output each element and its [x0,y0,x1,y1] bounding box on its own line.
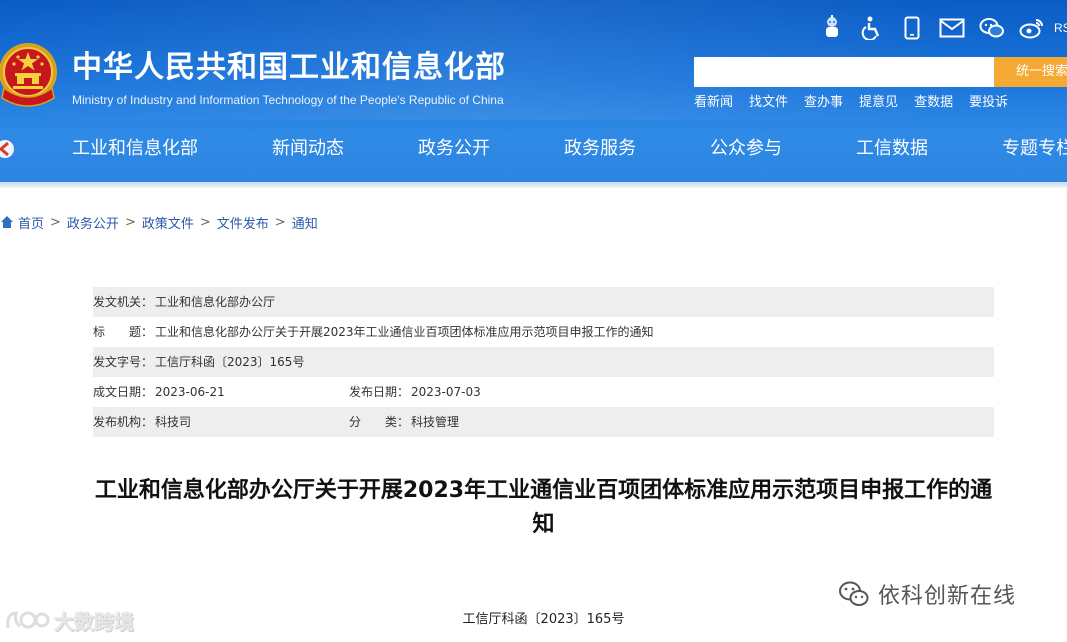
info-row-title: 标 题： 工业和信息化部办公厅关于开展2023年工业通信业百项团体标准应用示范项… [93,317,994,347]
quick-links: 看新闻 找文件 查办事 提意见 查数据 要投诉 [694,95,1024,111]
title-value: 工业和信息化部办公厅关于开展2023年工业通信业百项团体标准应用示范项目申报工作… [155,325,654,339]
watermark-left: 大数跨境 [4,606,134,635]
published-date-value: 2023-07-03 [411,385,481,399]
quick-link-services[interactable]: 查办事 [804,95,843,111]
info-row-dates: 成文日期： 2023-06-21 发布日期： 2023-07-03 [93,377,994,407]
home-icon[interactable] [0,215,14,229]
breadcrumb-file-release[interactable]: 文件发布 [217,213,269,232]
header-divider [0,182,1067,188]
category-value: 科技管理 [411,415,460,429]
info-row-agency: 发布机构： 科技司 分 类： 科技管理 [93,407,994,437]
accessibility-icon[interactable] [858,14,886,42]
national-emblem-logo[interactable] [0,40,60,110]
nav-item-gov-affairs[interactable]: 政务公开 [418,136,490,162]
wechat-icon[interactable] [978,14,1006,42]
quick-link-complaint[interactable]: 要投诉 [969,95,1008,111]
site-header: 中华人民共和国工业和信息化部 Ministry of Industry and … [0,0,1067,188]
breadcrumb-notice[interactable]: 通知 [292,213,318,232]
breadcrumb-home[interactable]: 首页 [18,213,44,232]
doc-no-label: 发文字号： [93,355,154,369]
nav-item-participation[interactable]: 公众参与 [710,136,782,162]
breadcrumb-separator: > [124,214,136,230]
rss-link[interactable]: RSS [1054,21,1067,35]
published-date-label: 发布日期： [349,385,410,399]
issuer-label: 发文机关： [93,295,154,309]
mail-icon[interactable] [938,14,966,42]
quick-link-files[interactable]: 找文件 [749,95,788,111]
breadcrumb-separator: > [274,214,286,230]
nav-item-miit[interactable]: 工业和信息化部 [72,136,198,162]
written-date-label: 成文日期： [93,385,154,399]
document-info-table: 发文机关： 工业和信息化部办公厅 标 题： 工业和信息化部办公厅关于开展2023… [93,287,994,437]
article-doc-number: 工信厅科函〔2023〕165号 [462,612,625,627]
nav-item-news[interactable]: 新闻动态 [272,136,344,162]
site-title-en: Ministry of Industry and Information Tec… [72,93,504,107]
quick-link-news[interactable]: 看新闻 [694,95,733,111]
agency-label: 发布机构： [93,415,154,429]
robot-icon[interactable] [818,14,846,42]
category-label: 分 类： [349,415,410,429]
article-title: 工业和信息化部办公厅关于开展2023年工业通信业百项团体标准应用示范项目申报工作… [94,478,993,537]
breadcrumb-separator: > [50,214,61,230]
nav-item-topics[interactable]: 专题专栏 [1002,136,1067,162]
nav-item-gov-services[interactable]: 政务服务 [564,136,636,162]
unified-search-button[interactable]: 统一搜索 [994,57,1067,87]
info-row-doc-no: 发文字号： 工信厅科函〔2023〕165号 [93,347,994,377]
search-input[interactable] [694,57,994,87]
watermark-right-text: 依科创新在线 [878,584,1017,609]
wechat-watermark-icon [839,581,869,606]
watermark-logo-icon [6,610,50,628]
nav-prev-arrow-icon[interactable] [0,138,16,160]
breadcrumb-gov-affairs[interactable]: 政务公开 [67,213,119,232]
breadcrumb-separator: > [199,214,211,230]
breadcrumb: 首页 > 政务公开 > 政策文件 > 文件发布 > 通知 [0,213,318,232]
info-row-issuer: 发文机关： 工业和信息化部办公厅 [93,287,994,317]
quick-link-data[interactable]: 查数据 [914,95,953,111]
mobile-icon[interactable] [898,14,926,42]
nav-item-data[interactable]: 工信数据 [856,136,928,162]
doc-no-value: 工信厅科函〔2023〕165号 [155,355,305,369]
title-label: 标 题： [93,325,154,339]
agency-value: 科技司 [155,415,192,429]
tool-icon-bar: RSS [818,14,1067,42]
breadcrumb-policy-files[interactable]: 政策文件 [142,213,194,232]
site-title-cn[interactable]: 中华人民共和国工业和信息化部 [72,50,506,86]
written-date-value: 2023-06-21 [155,385,225,399]
watermark-left-text: 大数跨境 [54,610,134,634]
issuer-value: 工业和信息化部办公厅 [155,295,276,309]
watermark-right: 依科创新在线 [838,578,1016,610]
quick-link-feedback[interactable]: 提意见 [859,95,898,111]
weibo-icon[interactable] [1018,14,1046,42]
